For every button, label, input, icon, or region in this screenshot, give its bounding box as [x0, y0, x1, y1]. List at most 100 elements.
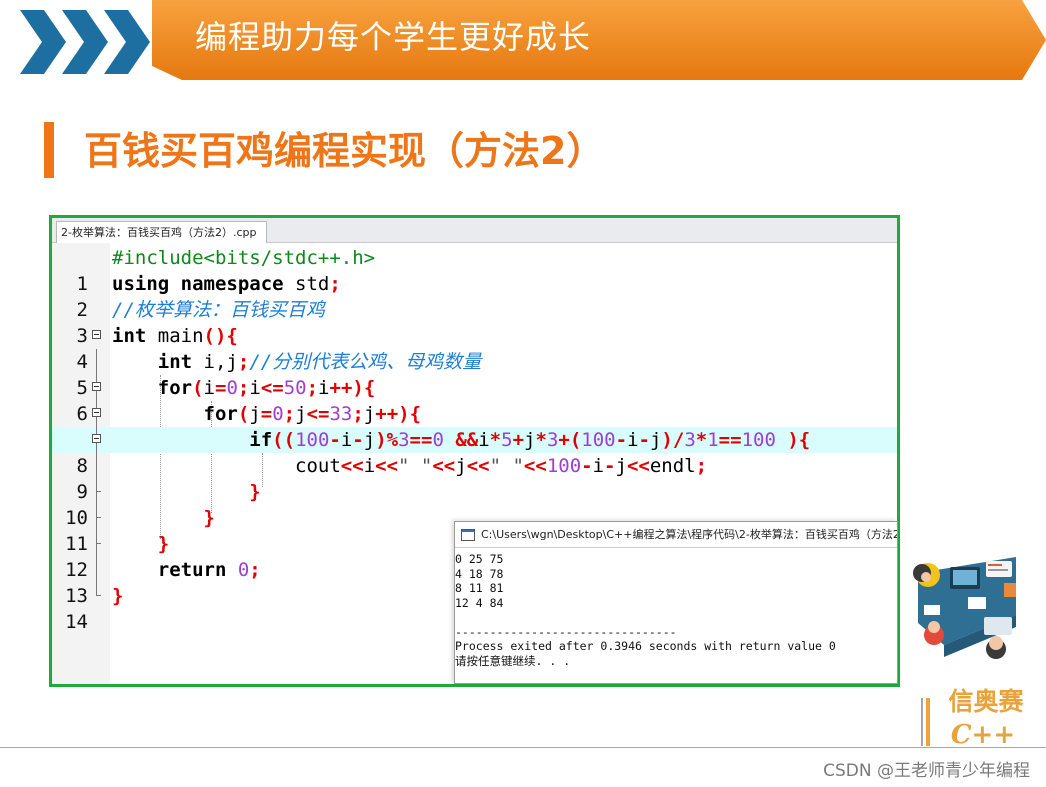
- fold-collapse-icon[interactable]: [90, 401, 106, 427]
- number: 0: [432, 429, 444, 451]
- semicolon: ;: [306, 377, 319, 399]
- title-accent-bar: [44, 122, 54, 178]
- header-chevrons-icon: [20, 10, 150, 74]
- comment: //分别代表公鸡、母鸡数量: [249, 351, 482, 373]
- identifier: i: [318, 377, 330, 399]
- number: 5: [501, 429, 513, 451]
- keyword-return: return: [157, 559, 227, 581]
- punctuation: (: [237, 403, 250, 425]
- operator: <=: [306, 403, 330, 425]
- operator: ++){: [329, 377, 376, 399]
- code-line-current: 8 if((100-i-j)%3==0 &&i*5+j*3+(100-i-j)/…: [52, 427, 897, 477]
- identifier-std: std: [283, 273, 330, 295]
- console-window[interactable]: C:\Users\wgn\Desktop\C++编程之算法\程序代码\2-枚举算…: [454, 521, 898, 684]
- code-line: 10 }: [52, 479, 897, 529]
- fold-collapse-icon[interactable]: [90, 375, 106, 401]
- console-titlebar[interactable]: C:\Users\wgn\Desktop\C++编程之算法\程序代码\2-枚举算…: [455, 522, 897, 548]
- fold-collapse-icon[interactable]: [90, 427, 106, 453]
- code-line: 9 cout<<i<<" "<<j<<" "<<100-i-j<<endl;: [52, 453, 897, 503]
- people-at-desk-illustration-icon: [913, 557, 1016, 659]
- operator: )%: [375, 429, 399, 451]
- operator: *: [695, 429, 708, 451]
- number: 3: [684, 429, 696, 451]
- identifier: i: [592, 455, 605, 477]
- identifier: i: [478, 429, 490, 451]
- identifier: j: [295, 403, 307, 425]
- keyword-for: for: [157, 377, 193, 399]
- logo-divider: [921, 698, 923, 746]
- operator: ==: [718, 429, 742, 451]
- editor-tabstrip: 2-枚举算法：百钱买百鸡（方法2）.cpp: [52, 218, 897, 243]
- code-line: 1 #include<bits/stdc++.h>: [52, 245, 897, 295]
- identifier: j: [249, 403, 261, 425]
- semicolon: ;: [237, 377, 250, 399]
- brace: }: [249, 481, 261, 503]
- number: 0: [226, 559, 250, 581]
- fold-line: [90, 453, 106, 479]
- identifier: j: [363, 403, 376, 425]
- number: 50: [283, 377, 307, 399]
- brace: }: [203, 507, 215, 529]
- comment: //枚举算法：百钱买百鸡: [112, 299, 325, 321]
- operator: -: [352, 429, 364, 451]
- identifier: i: [203, 377, 215, 399]
- string-literal: " ": [489, 455, 524, 477]
- identifier-main: main: [146, 325, 204, 347]
- operator: ==: [409, 429, 433, 451]
- logo-divider-accent: [926, 698, 930, 746]
- operator: <<: [340, 455, 364, 477]
- identifier-endl: endl: [649, 455, 696, 477]
- semicolon: ;: [249, 559, 261, 581]
- operator: -: [604, 455, 616, 477]
- operator: *: [489, 429, 502, 451]
- punctuation: ((: [272, 429, 296, 451]
- operator: <<: [375, 455, 399, 477]
- operator: <<: [466, 455, 490, 477]
- operator: )/: [661, 429, 685, 451]
- identifier: i: [627, 429, 639, 451]
- slide-title: 百钱买百鸡编程实现（方法2）: [84, 129, 605, 173]
- operator: &&: [443, 429, 479, 451]
- keyword-if: if: [249, 429, 273, 451]
- semicolon: ;: [695, 455, 708, 477]
- operator: +: [512, 429, 525, 451]
- file-tab[interactable]: 2-枚举算法：百钱买百鸡（方法2）.cpp: [56, 221, 268, 243]
- brace: }: [157, 533, 170, 555]
- operator: +(: [558, 429, 582, 451]
- operator: -: [638, 429, 650, 451]
- fold-end: [90, 479, 106, 505]
- identifier: i: [249, 377, 261, 399]
- console-title: C:\Users\wgn\Desktop\C++编程之算法\程序代码\2-枚举算…: [481, 528, 898, 541]
- number: 100: [546, 455, 582, 477]
- operator: =: [260, 403, 273, 425]
- keyword-int: int: [112, 325, 147, 347]
- operator: -: [581, 455, 593, 477]
- number: 0: [272, 403, 284, 425]
- identifier: i: [340, 429, 353, 451]
- number: 100: [295, 429, 330, 451]
- identifier: i: [363, 455, 376, 477]
- fold-end: [90, 583, 106, 609]
- number: 100: [581, 429, 616, 451]
- operator: *: [535, 429, 547, 451]
- fold-line: [90, 557, 106, 583]
- fold-end: [90, 505, 106, 531]
- number: 33: [329, 403, 353, 425]
- code-line: 2 using namespace std;: [52, 271, 897, 321]
- identifier: j: [363, 429, 376, 451]
- semicolon: ;: [329, 273, 341, 295]
- keyword-using: using namespace: [112, 273, 284, 295]
- watermark: CSDN @王老师青少年编程: [823, 761, 1030, 781]
- operator: -: [615, 429, 628, 451]
- number: 3: [398, 429, 410, 451]
- code-line: 7 for(j=0;j<=33;j++){: [52, 401, 897, 451]
- logo-text: 信奥赛: [948, 687, 1024, 716]
- brace: }: [112, 585, 124, 607]
- operator: ++){: [375, 403, 422, 425]
- number: 1: [707, 429, 719, 451]
- console-app-icon: [461, 529, 475, 541]
- code-line: 4 int main(){: [52, 323, 897, 373]
- fold-collapse-icon[interactable]: [90, 323, 106, 349]
- number: 100: [741, 429, 776, 451]
- header-title: 编程助力每个学生更好成长: [195, 18, 592, 56]
